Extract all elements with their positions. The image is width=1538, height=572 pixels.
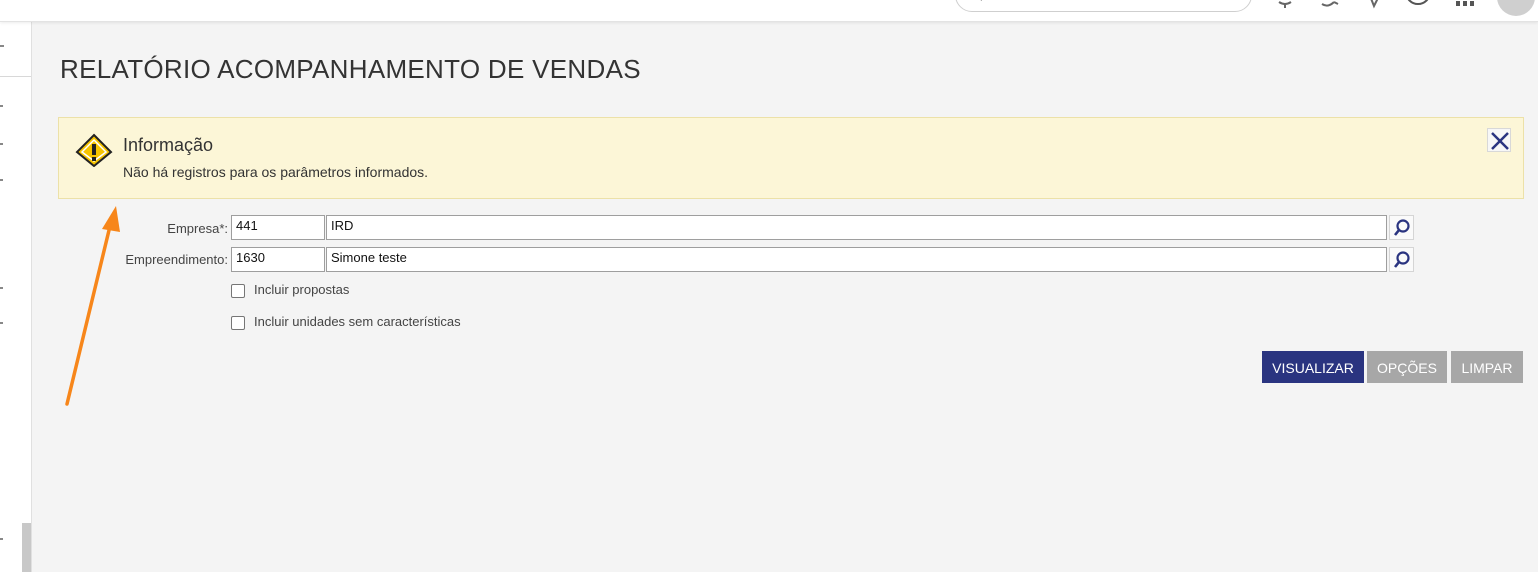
sidebar-collapse-indicator[interactable]: [0, 45, 4, 47]
incluir-propostas-label: Incluir propostas: [254, 282, 350, 297]
incluir-propostas-checkbox[interactable]: [231, 284, 245, 298]
search-icon: [1393, 219, 1410, 236]
sidebar-scrollbar[interactable]: [22, 523, 31, 572]
top-bar: [0, 0, 1538, 22]
sidebar-divider: [0, 76, 31, 77]
help-edit-icon[interactable]: [1364, 0, 1384, 10]
search-icon: [1393, 251, 1410, 268]
empreendimento-lookup-button[interactable]: [1389, 247, 1414, 272]
sidebar: [0, 22, 32, 572]
sidebar-item-marker[interactable]: [0, 105, 3, 107]
empreendimento-label: Empreendimento:: [125, 252, 228, 267]
warning-icon: [75, 133, 113, 167]
search-icon: [980, 0, 982, 1]
sidebar-item-marker[interactable]: [0, 322, 3, 324]
empresa-name-input[interactable]: IRD: [326, 215, 1387, 240]
sidebar-item-marker[interactable]: [0, 179, 3, 181]
global-search[interactable]: [955, 0, 1252, 12]
page-title: RELATÓRIO ACOMPANHAMENTO DE VENDAS: [60, 54, 641, 84]
notification-bell-icon[interactable]: [1274, 0, 1296, 10]
incluir-unidades-label: Incluir unidades sem características: [254, 314, 461, 329]
apps-grid-icon[interactable]: [1455, 0, 1475, 10]
opcoes-button[interactable]: OPÇÕES: [1367, 351, 1447, 383]
chat-icon[interactable]: [1318, 0, 1342, 10]
info-message: Não há registros para os parâmetros info…: [123, 164, 429, 180]
sidebar-item-marker[interactable]: [0, 287, 3, 289]
empresa-lookup-button[interactable]: [1389, 215, 1414, 240]
limpar-button[interactable]: LIMPAR: [1451, 351, 1523, 383]
close-icon: [1491, 132, 1509, 150]
info-alert: Informação Não há registros para os parâ…: [58, 117, 1524, 199]
user-avatar[interactable]: [1497, 0, 1535, 16]
sidebar-item-marker[interactable]: [0, 143, 3, 145]
close-alert-button[interactable]: [1487, 128, 1511, 152]
empreendimento-code-input[interactable]: 1630: [231, 247, 325, 272]
empreendimento-name-input[interactable]: Simone teste: [326, 247, 1387, 272]
visualizar-button[interactable]: VISUALIZAR: [1262, 351, 1364, 383]
empresa-code-input[interactable]: 441: [231, 215, 325, 240]
sidebar-item-marker[interactable]: [0, 538, 3, 540]
empresa-label: Empresa*:: [167, 221, 228, 236]
info-icon[interactable]: [1405, 0, 1431, 10]
incluir-unidades-checkbox[interactable]: [231, 316, 245, 330]
info-title: Informação: [123, 135, 214, 155]
